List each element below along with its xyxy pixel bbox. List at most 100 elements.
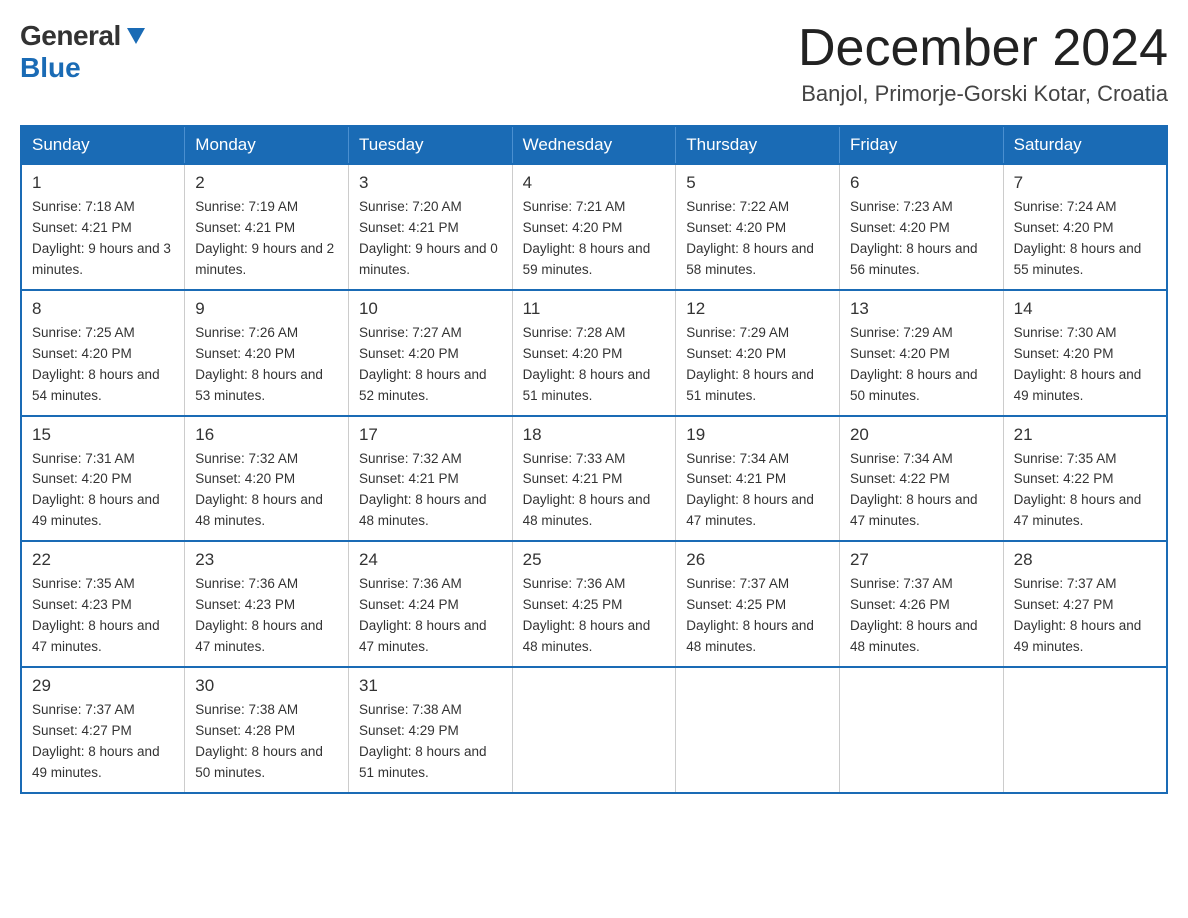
- day-info: Sunrise: 7:22 AMSunset: 4:20 PMDaylight:…: [686, 197, 829, 281]
- day-info: Sunrise: 7:23 AMSunset: 4:20 PMDaylight:…: [850, 197, 993, 281]
- day-info: Sunrise: 7:24 AMSunset: 4:20 PMDaylight:…: [1014, 197, 1156, 281]
- day-info: Sunrise: 7:27 AMSunset: 4:20 PMDaylight:…: [359, 323, 502, 407]
- header-thursday: Thursday: [676, 126, 840, 164]
- day-info: Sunrise: 7:32 AMSunset: 4:21 PMDaylight:…: [359, 449, 502, 533]
- calendar-day-cell: 20 Sunrise: 7:34 AMSunset: 4:22 PMDaylig…: [839, 416, 1003, 542]
- day-number: 8: [32, 299, 174, 319]
- calendar-day-cell: [839, 667, 1003, 793]
- calendar-table: SundayMondayTuesdayWednesdayThursdayFrid…: [20, 125, 1168, 793]
- calendar-day-cell: 18 Sunrise: 7:33 AMSunset: 4:21 PMDaylig…: [512, 416, 676, 542]
- calendar-day-cell: 17 Sunrise: 7:32 AMSunset: 4:21 PMDaylig…: [348, 416, 512, 542]
- day-info: Sunrise: 7:28 AMSunset: 4:20 PMDaylight:…: [523, 323, 666, 407]
- header-friday: Friday: [839, 126, 1003, 164]
- calendar-day-cell: 24 Sunrise: 7:36 AMSunset: 4:24 PMDaylig…: [348, 541, 512, 667]
- day-info: Sunrise: 7:20 AMSunset: 4:21 PMDaylight:…: [359, 197, 502, 281]
- calendar-day-cell: 1 Sunrise: 7:18 AMSunset: 4:21 PMDayligh…: [21, 164, 185, 290]
- day-info: Sunrise: 7:31 AMSunset: 4:20 PMDaylight:…: [32, 449, 174, 533]
- day-info: Sunrise: 7:38 AMSunset: 4:28 PMDaylight:…: [195, 700, 338, 784]
- page-header: General Blue December 2024 Banjol, Primo…: [20, 20, 1168, 107]
- day-number: 31: [359, 676, 502, 696]
- day-info: Sunrise: 7:29 AMSunset: 4:20 PMDaylight:…: [686, 323, 829, 407]
- calendar-day-cell: 31 Sunrise: 7:38 AMSunset: 4:29 PMDaylig…: [348, 667, 512, 793]
- day-info: Sunrise: 7:37 AMSunset: 4:25 PMDaylight:…: [686, 574, 829, 658]
- day-number: 20: [850, 425, 993, 445]
- day-info: Sunrise: 7:33 AMSunset: 4:21 PMDaylight:…: [523, 449, 666, 533]
- day-number: 23: [195, 550, 338, 570]
- day-info: Sunrise: 7:35 AMSunset: 4:22 PMDaylight:…: [1014, 449, 1156, 533]
- day-number: 24: [359, 550, 502, 570]
- day-number: 19: [686, 425, 829, 445]
- day-number: 16: [195, 425, 338, 445]
- calendar-week-row: 1 Sunrise: 7:18 AMSunset: 4:21 PMDayligh…: [21, 164, 1167, 290]
- location-title: Banjol, Primorje-Gorski Kotar, Croatia: [798, 81, 1168, 107]
- day-info: Sunrise: 7:37 AMSunset: 4:27 PMDaylight:…: [32, 700, 174, 784]
- day-number: 15: [32, 425, 174, 445]
- calendar-day-cell: 4 Sunrise: 7:21 AMSunset: 4:20 PMDayligh…: [512, 164, 676, 290]
- header-tuesday: Tuesday: [348, 126, 512, 164]
- day-number: 30: [195, 676, 338, 696]
- day-info: Sunrise: 7:37 AMSunset: 4:26 PMDaylight:…: [850, 574, 993, 658]
- day-number: 22: [32, 550, 174, 570]
- logo-triangle-icon: [125, 24, 147, 46]
- header-monday: Monday: [185, 126, 349, 164]
- day-info: Sunrise: 7:25 AMSunset: 4:20 PMDaylight:…: [32, 323, 174, 407]
- header-wednesday: Wednesday: [512, 126, 676, 164]
- day-info: Sunrise: 7:32 AMSunset: 4:20 PMDaylight:…: [195, 449, 338, 533]
- day-number: 11: [523, 299, 666, 319]
- day-info: Sunrise: 7:26 AMSunset: 4:20 PMDaylight:…: [195, 323, 338, 407]
- calendar-day-cell: 14 Sunrise: 7:30 AMSunset: 4:20 PMDaylig…: [1003, 290, 1167, 416]
- day-number: 2: [195, 173, 338, 193]
- month-title: December 2024: [798, 20, 1168, 77]
- calendar-day-cell: 26 Sunrise: 7:37 AMSunset: 4:25 PMDaylig…: [676, 541, 840, 667]
- day-number: 21: [1014, 425, 1156, 445]
- calendar-day-cell: 25 Sunrise: 7:36 AMSunset: 4:25 PMDaylig…: [512, 541, 676, 667]
- calendar-day-cell: 21 Sunrise: 7:35 AMSunset: 4:22 PMDaylig…: [1003, 416, 1167, 542]
- day-number: 27: [850, 550, 993, 570]
- day-number: 9: [195, 299, 338, 319]
- calendar-day-cell: [676, 667, 840, 793]
- calendar-day-cell: [1003, 667, 1167, 793]
- calendar-week-row: 15 Sunrise: 7:31 AMSunset: 4:20 PMDaylig…: [21, 416, 1167, 542]
- logo-general-text: General: [20, 20, 121, 52]
- calendar-day-cell: 11 Sunrise: 7:28 AMSunset: 4:20 PMDaylig…: [512, 290, 676, 416]
- header-saturday: Saturday: [1003, 126, 1167, 164]
- calendar-day-cell: 19 Sunrise: 7:34 AMSunset: 4:21 PMDaylig…: [676, 416, 840, 542]
- logo: General Blue: [20, 20, 147, 84]
- calendar-day-cell: 10 Sunrise: 7:27 AMSunset: 4:20 PMDaylig…: [348, 290, 512, 416]
- day-info: Sunrise: 7:36 AMSunset: 4:25 PMDaylight:…: [523, 574, 666, 658]
- day-info: Sunrise: 7:35 AMSunset: 4:23 PMDaylight:…: [32, 574, 174, 658]
- calendar-day-cell: 2 Sunrise: 7:19 AMSunset: 4:21 PMDayligh…: [185, 164, 349, 290]
- calendar-day-cell: 8 Sunrise: 7:25 AMSunset: 4:20 PMDayligh…: [21, 290, 185, 416]
- calendar-day-cell: 22 Sunrise: 7:35 AMSunset: 4:23 PMDaylig…: [21, 541, 185, 667]
- day-info: Sunrise: 7:34 AMSunset: 4:21 PMDaylight:…: [686, 449, 829, 533]
- day-info: Sunrise: 7:30 AMSunset: 4:20 PMDaylight:…: [1014, 323, 1156, 407]
- calendar-day-cell: 9 Sunrise: 7:26 AMSunset: 4:20 PMDayligh…: [185, 290, 349, 416]
- day-number: 14: [1014, 299, 1156, 319]
- calendar-day-cell: 12 Sunrise: 7:29 AMSunset: 4:20 PMDaylig…: [676, 290, 840, 416]
- header-sunday: Sunday: [21, 126, 185, 164]
- calendar-day-cell: 7 Sunrise: 7:24 AMSunset: 4:20 PMDayligh…: [1003, 164, 1167, 290]
- calendar-day-cell: 30 Sunrise: 7:38 AMSunset: 4:28 PMDaylig…: [185, 667, 349, 793]
- calendar-day-cell: 5 Sunrise: 7:22 AMSunset: 4:20 PMDayligh…: [676, 164, 840, 290]
- calendar-day-cell: 16 Sunrise: 7:32 AMSunset: 4:20 PMDaylig…: [185, 416, 349, 542]
- day-info: Sunrise: 7:19 AMSunset: 4:21 PMDaylight:…: [195, 197, 338, 281]
- day-info: Sunrise: 7:34 AMSunset: 4:22 PMDaylight:…: [850, 449, 993, 533]
- logo-blue-text: Blue: [20, 52, 81, 84]
- day-info: Sunrise: 7:38 AMSunset: 4:29 PMDaylight:…: [359, 700, 502, 784]
- calendar-day-cell: 23 Sunrise: 7:36 AMSunset: 4:23 PMDaylig…: [185, 541, 349, 667]
- day-number: 28: [1014, 550, 1156, 570]
- day-number: 4: [523, 173, 666, 193]
- day-info: Sunrise: 7:36 AMSunset: 4:23 PMDaylight:…: [195, 574, 338, 658]
- title-area: December 2024 Banjol, Primorje-Gorski Ko…: [798, 20, 1168, 107]
- day-number: 10: [359, 299, 502, 319]
- day-number: 17: [359, 425, 502, 445]
- day-number: 7: [1014, 173, 1156, 193]
- calendar-day-cell: 27 Sunrise: 7:37 AMSunset: 4:26 PMDaylig…: [839, 541, 1003, 667]
- day-number: 12: [686, 299, 829, 319]
- calendar-week-row: 22 Sunrise: 7:35 AMSunset: 4:23 PMDaylig…: [21, 541, 1167, 667]
- day-info: Sunrise: 7:21 AMSunset: 4:20 PMDaylight:…: [523, 197, 666, 281]
- day-info: Sunrise: 7:29 AMSunset: 4:20 PMDaylight:…: [850, 323, 993, 407]
- day-number: 25: [523, 550, 666, 570]
- day-info: Sunrise: 7:37 AMSunset: 4:27 PMDaylight:…: [1014, 574, 1156, 658]
- day-number: 1: [32, 173, 174, 193]
